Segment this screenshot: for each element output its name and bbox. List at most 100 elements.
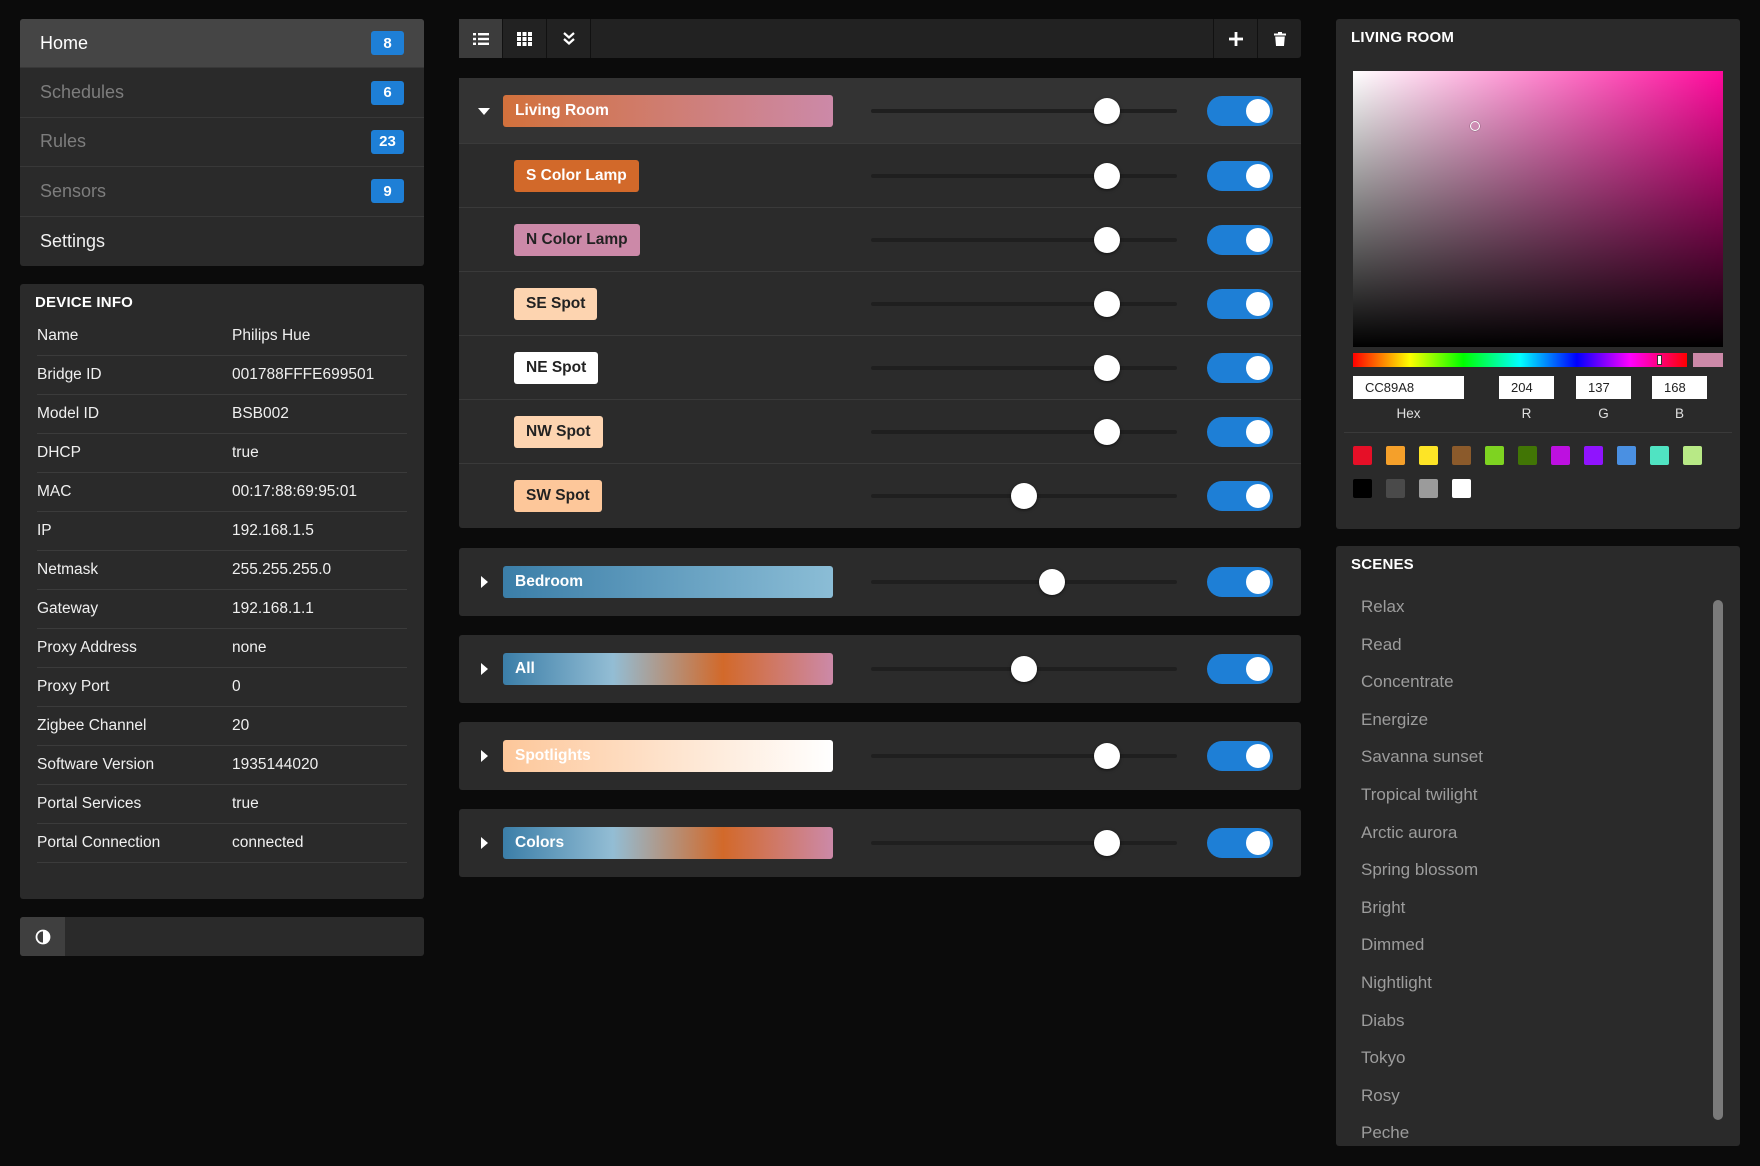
light-name-button[interactable]: N Color Lamp xyxy=(514,224,640,256)
slider-handle[interactable] xyxy=(1093,227,1120,253)
slider-handle[interactable] xyxy=(1093,291,1120,317)
scrollbar[interactable] xyxy=(1711,600,1725,1146)
expand-all-button[interactable] xyxy=(547,19,591,58)
light-row: N Color Lamp xyxy=(459,208,1301,272)
color-swatch[interactable] xyxy=(1353,446,1372,465)
light-name-button[interactable]: S Color Lamp xyxy=(514,160,639,192)
light-name-button[interactable]: NW Spot xyxy=(514,416,603,448)
scene-item[interactable]: Diabs xyxy=(1361,1011,1404,1031)
grid-view-button[interactable] xyxy=(503,19,547,58)
light-power-toggle[interactable] xyxy=(1207,417,1273,447)
light-brightness-slider[interactable] xyxy=(871,174,1177,178)
light-brightness-slider[interactable] xyxy=(871,302,1177,306)
list-view-button[interactable] xyxy=(459,19,503,58)
slider-handle[interactable] xyxy=(1093,98,1120,124)
color-swatch[interactable] xyxy=(1386,479,1405,498)
blue-input[interactable] xyxy=(1652,376,1707,399)
slider-handle[interactable] xyxy=(1093,830,1120,856)
caret-right-icon[interactable] xyxy=(477,749,491,763)
scene-item[interactable]: Nightlight xyxy=(1361,973,1432,993)
group-name-button[interactable]: Bedroom xyxy=(503,566,833,598)
nav-item-rules[interactable]: Rules 23 xyxy=(20,118,424,168)
group-power-toggle[interactable] xyxy=(1207,654,1273,684)
light-power-toggle[interactable] xyxy=(1207,225,1273,255)
nav-item-sensors[interactable]: Sensors 9 xyxy=(20,167,424,217)
scene-item[interactable]: Dimmed xyxy=(1361,935,1424,955)
light-name-button[interactable]: SE Spot xyxy=(514,288,598,320)
scene-item[interactable]: Bright xyxy=(1361,898,1405,918)
scene-item[interactable]: Tokyo xyxy=(1361,1048,1405,1068)
group-brightness-slider[interactable] xyxy=(871,580,1177,584)
caret-right-icon[interactable] xyxy=(477,575,491,589)
group-power-toggle[interactable] xyxy=(1207,741,1273,771)
hex-input[interactable] xyxy=(1353,376,1464,399)
nav-item-settings[interactable]: Settings xyxy=(20,217,424,266)
scene-item[interactable]: Tropical twilight xyxy=(1361,785,1478,805)
device-info-row: DHCP true xyxy=(37,434,407,473)
group-name-button[interactable]: All xyxy=(503,653,833,685)
scene-item[interactable]: Spring blossom xyxy=(1361,860,1478,880)
color-swatch[interactable] xyxy=(1353,479,1372,498)
light-brightness-slider[interactable] xyxy=(871,366,1177,370)
group-brightness-slider[interactable] xyxy=(871,841,1177,845)
group-name-button[interactable]: Living Room xyxy=(503,95,833,127)
light-power-toggle[interactable] xyxy=(1207,161,1273,191)
light-power-toggle[interactable] xyxy=(1207,353,1273,383)
color-swatch[interactable] xyxy=(1584,446,1603,465)
color-swatch[interactable] xyxy=(1452,446,1471,465)
scene-item[interactable]: Read xyxy=(1361,635,1402,655)
slider-handle[interactable] xyxy=(1093,355,1120,381)
color-swatch[interactable] xyxy=(1617,446,1636,465)
slider-handle[interactable] xyxy=(1038,569,1065,595)
caret-down-icon[interactable] xyxy=(477,104,491,118)
scene-item[interactable]: Peche xyxy=(1361,1123,1409,1143)
hue-slider[interactable] xyxy=(1353,353,1687,367)
caret-right-icon[interactable] xyxy=(477,662,491,676)
color-cursor[interactable] xyxy=(1470,121,1481,132)
caret-right-icon[interactable] xyxy=(477,836,491,850)
light-brightness-slider[interactable] xyxy=(871,430,1177,434)
nav-item-home[interactable]: Home 8 xyxy=(20,19,424,69)
scene-item[interactable]: Relax xyxy=(1361,597,1404,617)
slider-handle[interactable] xyxy=(1093,419,1120,445)
group-name-button[interactable]: Spotlights xyxy=(503,740,833,772)
group-power-toggle[interactable] xyxy=(1207,96,1273,126)
color-swatch[interactable] xyxy=(1386,446,1405,465)
color-swatch[interactable] xyxy=(1485,446,1504,465)
saturation-value-area[interactable] xyxy=(1353,71,1723,347)
slider-handle[interactable] xyxy=(1011,656,1037,682)
scene-item[interactable]: Rosy xyxy=(1361,1086,1400,1106)
scene-item[interactable]: Concentrate xyxy=(1361,672,1454,692)
scene-item[interactable]: Energize xyxy=(1361,710,1428,730)
light-name-button[interactable]: NE Spot xyxy=(514,352,599,384)
group-brightness-slider[interactable] xyxy=(871,109,1177,113)
group-name-button[interactable]: Colors xyxy=(503,827,833,859)
slider-handle[interactable] xyxy=(1093,743,1120,769)
color-swatch[interactable] xyxy=(1650,446,1669,465)
color-swatch[interactable] xyxy=(1419,479,1438,498)
scene-item[interactable]: Arctic aurora xyxy=(1361,823,1457,843)
color-swatch[interactable] xyxy=(1419,446,1438,465)
light-name-button[interactable]: SW Spot xyxy=(514,480,602,512)
scene-item[interactable]: Savanna sunset xyxy=(1361,747,1483,767)
delete-group-button[interactable] xyxy=(1257,19,1301,58)
light-power-toggle[interactable] xyxy=(1207,289,1273,319)
scrollbar-thumb[interactable] xyxy=(1713,600,1723,1120)
add-group-button[interactable] xyxy=(1213,19,1257,58)
slider-handle[interactable] xyxy=(1011,483,1037,509)
nav-item-schedules[interactable]: Schedules 6 xyxy=(20,68,424,118)
light-power-toggle[interactable] xyxy=(1207,481,1273,511)
group-power-toggle[interactable] xyxy=(1207,567,1273,597)
green-input[interactable] xyxy=(1576,376,1631,399)
color-swatch[interactable] xyxy=(1452,479,1471,498)
theme-toggle-button[interactable] xyxy=(20,917,65,956)
color-swatch[interactable] xyxy=(1551,446,1570,465)
red-input[interactable] xyxy=(1499,376,1554,399)
slider-handle[interactable] xyxy=(1093,163,1120,189)
light-brightness-slider[interactable] xyxy=(871,238,1177,242)
group-brightness-slider[interactable] xyxy=(871,754,1177,758)
hue-slider-handle[interactable] xyxy=(1656,355,1662,365)
color-swatch[interactable] xyxy=(1683,446,1702,465)
group-power-toggle[interactable] xyxy=(1207,828,1273,858)
color-swatch[interactable] xyxy=(1518,446,1537,465)
